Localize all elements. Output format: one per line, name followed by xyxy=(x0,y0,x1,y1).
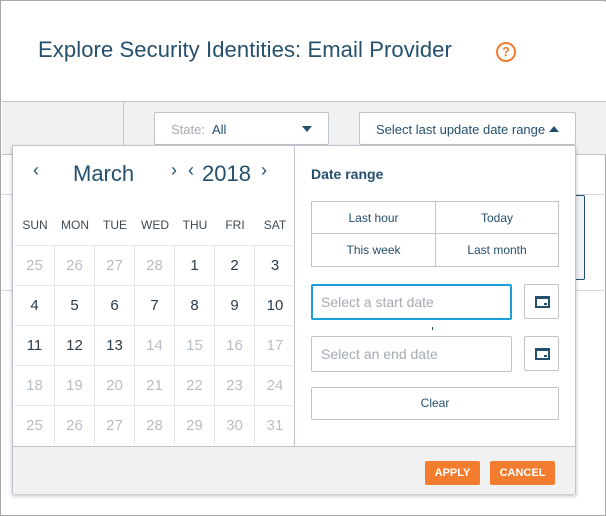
calendar-day-disabled: 20 xyxy=(95,365,135,405)
calendar-day[interactable]: 10 xyxy=(255,285,295,325)
calendar-day-disabled: 16 xyxy=(215,325,255,365)
caret-up-icon xyxy=(549,126,559,132)
calendar-day-disabled: 28 xyxy=(135,245,175,285)
calendar-day-disabled: 27 xyxy=(95,245,135,285)
weekday-label: TUE xyxy=(103,218,127,232)
start-date-calendar-button[interactable] xyxy=(524,284,559,319)
calendar-day[interactable]: 1 xyxy=(175,245,215,285)
calendar-day[interactable]: 9 xyxy=(215,285,255,325)
end-date-input[interactable] xyxy=(311,336,512,372)
prev-month-button[interactable]: ‹ xyxy=(33,160,39,181)
date-range-title: Date range xyxy=(311,166,384,182)
state-select[interactable]: State: All xyxy=(154,112,329,145)
state-select-value: All xyxy=(212,122,227,137)
calendar: ‹ March › ‹ 2018 › SUN MON TUE WED THU FRI SAT… xyxy=(13,146,295,446)
calendar-day-disabled: 24 xyxy=(255,365,295,405)
date-range-button[interactable]: Select last update date range xyxy=(359,112,576,145)
weekday-label: SUN xyxy=(22,218,48,232)
calendar-day-disabled: 28 xyxy=(135,405,175,445)
calendar-day-disabled: 27 xyxy=(95,405,135,445)
calendar-day[interactable]: 11 xyxy=(15,325,55,365)
preset-last-month[interactable]: Last month xyxy=(435,234,559,266)
calendar-day-disabled: 25 xyxy=(15,405,55,445)
preset-today[interactable]: Today xyxy=(435,202,559,234)
calendar-day-disabled: 14 xyxy=(135,325,175,365)
next-year-button[interactable]: › xyxy=(261,160,267,181)
end-date-calendar-button[interactable] xyxy=(524,336,559,371)
prev-year-button[interactable]: ‹ xyxy=(188,160,194,181)
weekday-label: FRI xyxy=(225,218,245,232)
calendar-day-disabled: 17 xyxy=(255,325,295,365)
calendar-day[interactable]: 13 xyxy=(95,325,135,365)
calendar-day[interactable]: 7 xyxy=(135,285,175,325)
date-range-button-label: Select last update date range xyxy=(376,122,546,137)
calendar-day-disabled: 19 xyxy=(55,365,95,405)
help-icon[interactable]: ? xyxy=(496,42,516,62)
calendar-day-disabled: 15 xyxy=(175,325,215,365)
page-title: Explore Security Identities: Email Provi… xyxy=(38,37,452,62)
cancel-button[interactable]: CANCEL xyxy=(490,461,555,485)
calendar-day[interactable]: 3 xyxy=(255,245,295,285)
month-label: March xyxy=(73,161,135,186)
calendar-day-disabled: 26 xyxy=(55,245,95,285)
popup-footer: APPLY CANCEL xyxy=(13,446,575,494)
next-month-button[interactable]: › xyxy=(171,160,177,181)
preset-grid: Last hour Today This week Last month xyxy=(311,201,559,267)
calendar-day[interactable]: 4 xyxy=(15,285,55,325)
clear-button[interactable]: Clear xyxy=(311,387,559,420)
background-control xyxy=(575,195,585,280)
weekday-header: SUN MON TUE WED THU FRI SAT xyxy=(15,218,295,238)
calendar-day[interactable]: 6 xyxy=(95,285,135,325)
calendar-icon xyxy=(535,348,550,360)
app-window: Explore Security Identities: Email Provi… xyxy=(0,0,606,516)
start-date-input[interactable] xyxy=(311,284,512,320)
weekday-label: THU xyxy=(182,218,208,232)
preset-last-hour[interactable]: Last hour xyxy=(312,202,436,234)
calendar-grid: 25 26 27 28 1 2 3 4 5 6 7 8 9 10 11 12 13 14 15 16 17 18 19 20 2… xyxy=(15,245,295,445)
title-bar: Explore Security Identities: Email Provi… xyxy=(2,2,606,101)
calendar-day[interactable]: 5 xyxy=(55,285,95,325)
date-range-popup: ‹ March › ‹ 2018 › SUN MON TUE WED THU FRI SAT… xyxy=(12,145,576,494)
calendar-day-disabled: 22 xyxy=(175,365,215,405)
date-range-panel: Date range Last hour Today This week Las… xyxy=(295,146,576,446)
calendar-day[interactable]: 12 xyxy=(55,325,95,365)
state-select-label: State: xyxy=(171,122,205,137)
weekday-label: SAT xyxy=(263,218,287,232)
preset-this-week[interactable]: This week xyxy=(312,234,436,266)
calendar-day[interactable]: 2 xyxy=(215,245,255,285)
calendar-day[interactable]: 8 xyxy=(175,285,215,325)
year-label: 2018 xyxy=(202,161,251,186)
apply-button[interactable]: APPLY xyxy=(425,461,480,485)
calendar-day-disabled: 23 xyxy=(215,365,255,405)
calendar-day-disabled: 29 xyxy=(175,405,215,445)
weekday-label: WED xyxy=(141,218,169,232)
caret-down-icon xyxy=(302,126,312,132)
weekday-label: MON xyxy=(61,218,89,232)
calendar-day-disabled: 31 xyxy=(255,405,295,445)
calendar-day-disabled: 25 xyxy=(15,245,55,285)
calendar-day-disabled: 18 xyxy=(15,365,55,405)
calendar-day-disabled: 21 xyxy=(135,365,175,405)
range-separator xyxy=(432,327,433,330)
calendar-day-disabled: 26 xyxy=(55,405,95,445)
calendar-icon xyxy=(535,296,550,308)
calendar-day-disabled: 30 xyxy=(215,405,255,445)
